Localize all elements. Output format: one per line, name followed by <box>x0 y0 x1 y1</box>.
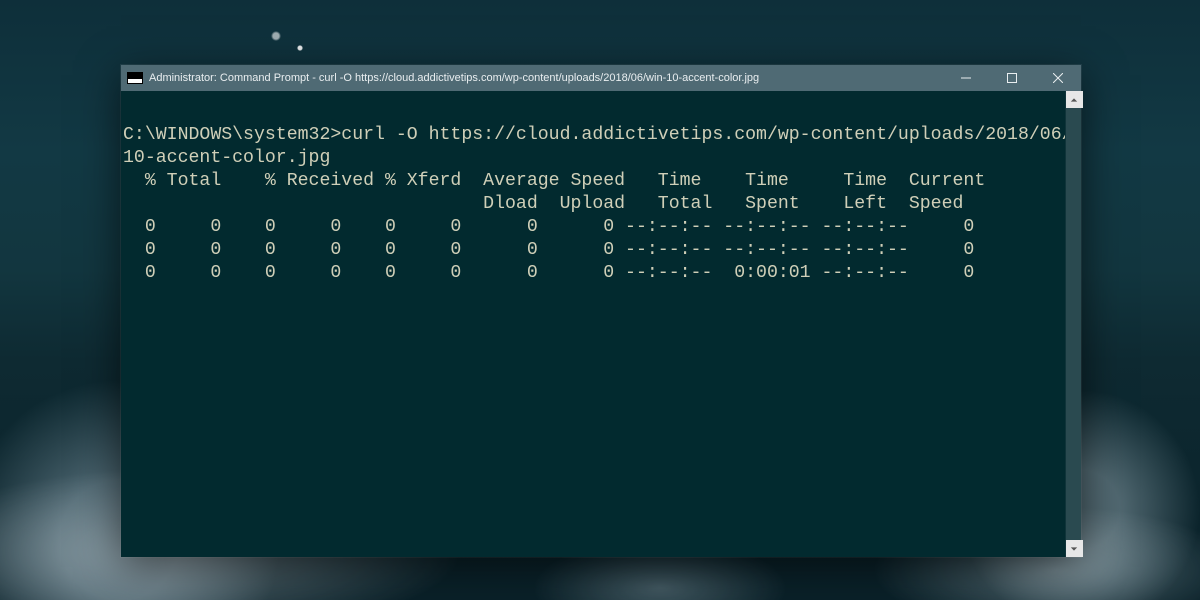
minimize-icon <box>961 73 971 83</box>
window-title: Administrator: Command Prompt - curl -O … <box>149 72 759 84</box>
maximize-button[interactable] <box>989 65 1035 91</box>
maximize-icon <box>1007 73 1017 83</box>
close-button[interactable] <box>1035 65 1081 91</box>
chevron-up-icon <box>1070 96 1078 104</box>
cmd-icon <box>127 72 143 84</box>
terminal-output[interactable]: C:\WINDOWS\system32>curl -O https://clou… <box>121 91 1065 557</box>
vertical-scrollbar[interactable] <box>1065 91 1081 557</box>
scrollbar-down-button[interactable] <box>1066 540 1083 557</box>
minimize-button[interactable] <box>943 65 989 91</box>
chevron-down-icon <box>1070 545 1078 553</box>
titlebar[interactable]: Administrator: Command Prompt - curl -O … <box>121 65 1081 91</box>
scrollbar-track[interactable] <box>1066 108 1081 540</box>
command-prompt-window: Administrator: Command Prompt - curl -O … <box>121 65 1081 557</box>
window-client-area: C:\WINDOWS\system32>curl -O https://clou… <box>121 91 1081 557</box>
scrollbar-up-button[interactable] <box>1066 91 1083 108</box>
close-icon <box>1053 73 1063 83</box>
